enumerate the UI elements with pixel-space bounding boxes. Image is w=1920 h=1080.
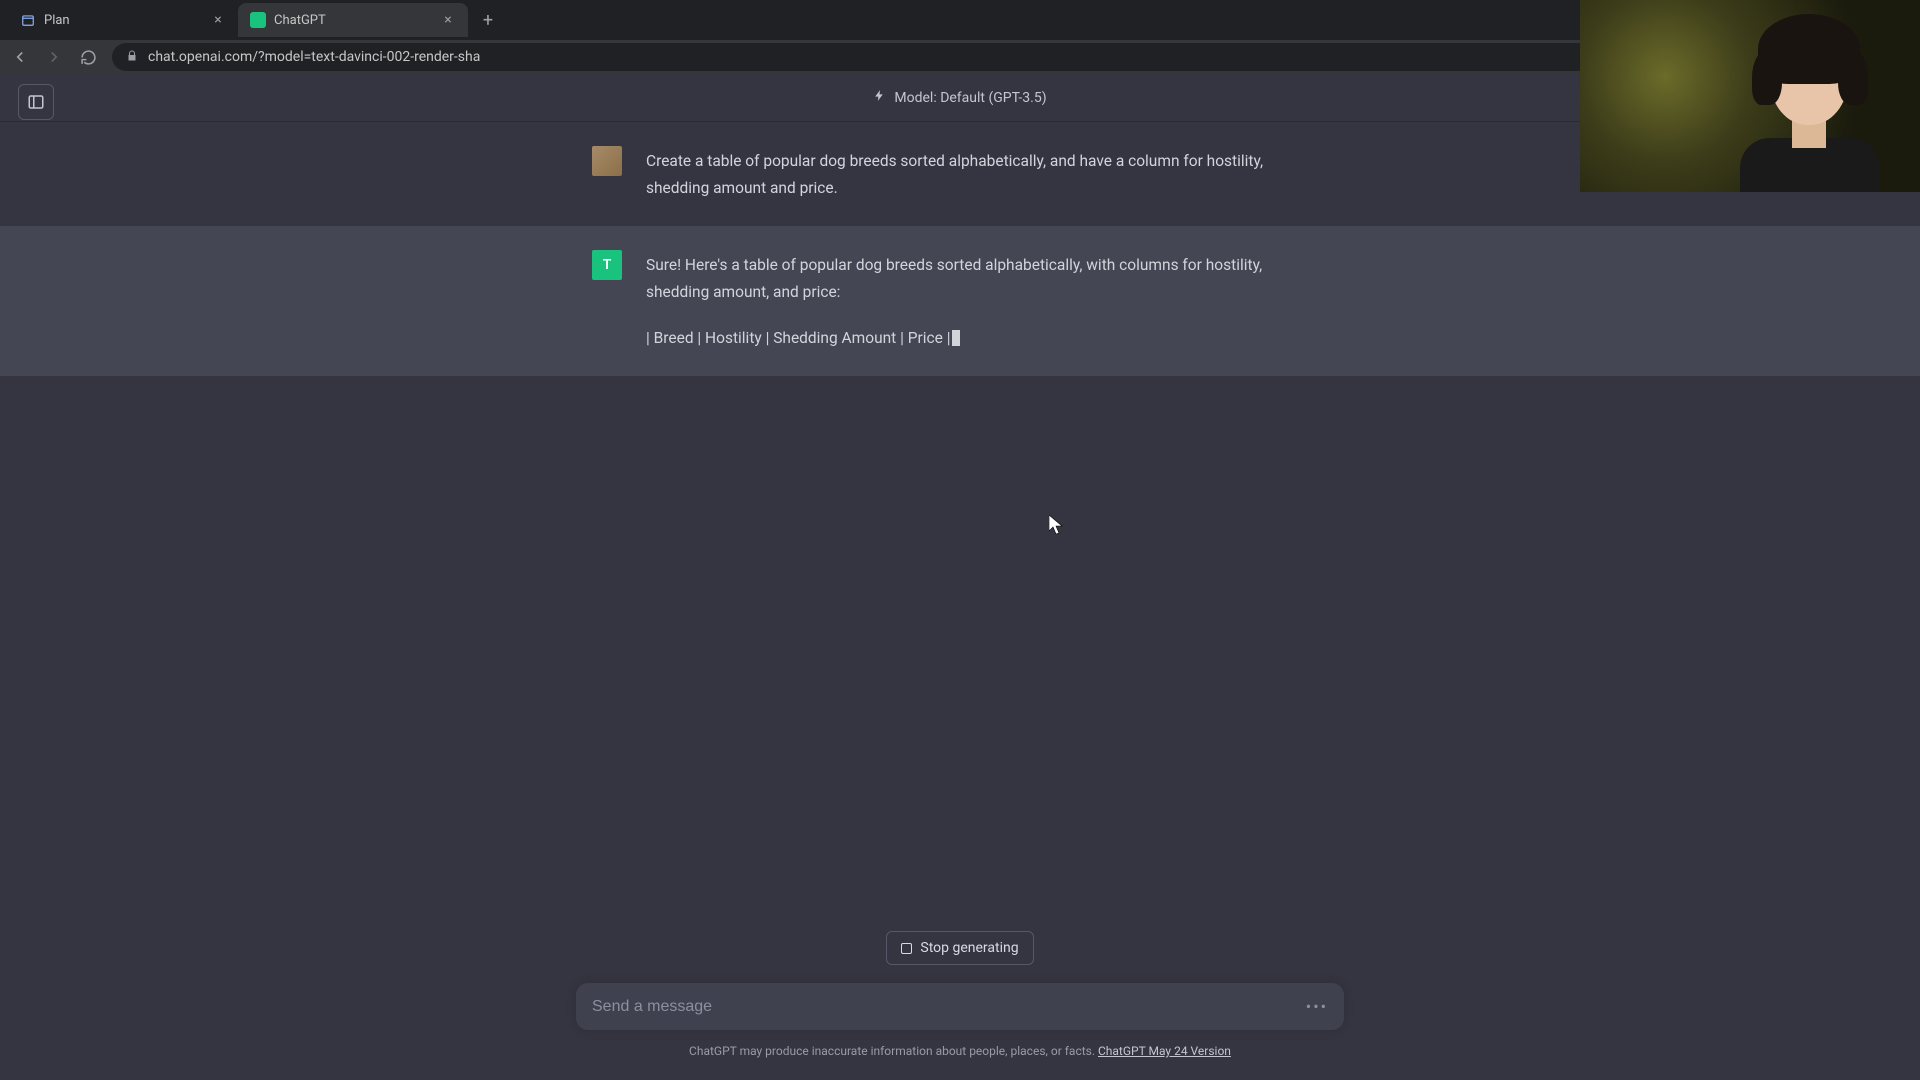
footnote-link[interactable]: ChatGPT May 24 Version (1098, 1044, 1231, 1058)
back-button[interactable] (10, 47, 30, 67)
user-message: Create a table of popular dog breeds sor… (646, 146, 1328, 202)
tab-chatgpt[interactable]: ChatGPT × (238, 3, 468, 37)
webcam-overlay (1580, 0, 1920, 192)
more-icon[interactable]: ••• (1306, 997, 1328, 1016)
tab-title: ChatGPT (274, 13, 432, 28)
bolt-icon (873, 89, 886, 106)
message-input[interactable] (592, 998, 1294, 1016)
reload-button[interactable] (78, 47, 98, 67)
close-icon[interactable]: × (210, 12, 226, 28)
footnote-text: ChatGPT may produce inaccurate informati… (689, 1044, 1098, 1058)
chatgpt-icon (250, 12, 266, 28)
sidebar-toggle-button[interactable] (18, 84, 54, 120)
tab-plan[interactable]: Plan × (8, 3, 238, 37)
new-tab-button[interactable]: + (474, 6, 502, 34)
calendar-icon (20, 12, 36, 28)
model-label: Model: Default (GPT-3.5) (894, 90, 1046, 106)
model-badge: Model: Default (GPT-3.5) (873, 89, 1046, 106)
compose-area: Stop generating ••• ChatGPT may produce … (0, 931, 1920, 1080)
close-icon[interactable]: × (440, 12, 456, 28)
assistant-message: Sure! Here's a table of popular dog bree… (646, 250, 1328, 351)
typing-cursor-icon (952, 330, 960, 346)
forward-button[interactable] (44, 47, 64, 67)
mouse-cursor-icon (1049, 515, 1063, 535)
lock-icon (126, 50, 138, 65)
footnote: ChatGPT may produce inaccurate informati… (0, 1044, 1920, 1058)
message-row-assistant: T Sure! Here's a table of popular dog br… (0, 226, 1920, 375)
assistant-avatar: T (592, 250, 622, 280)
stop-icon (901, 943, 912, 954)
stop-generating-button[interactable]: Stop generating (886, 931, 1033, 965)
stop-label: Stop generating (920, 940, 1018, 956)
person-silhouette (1730, 20, 1890, 192)
assistant-table-header: | Breed | Hostility | Shedding Amount | … (646, 325, 1328, 352)
message-input-container: ••• (576, 983, 1344, 1030)
user-avatar (592, 146, 622, 176)
tab-title: Plan (44, 13, 202, 28)
assistant-intro: Sure! Here's a table of popular dog bree… (646, 252, 1328, 306)
